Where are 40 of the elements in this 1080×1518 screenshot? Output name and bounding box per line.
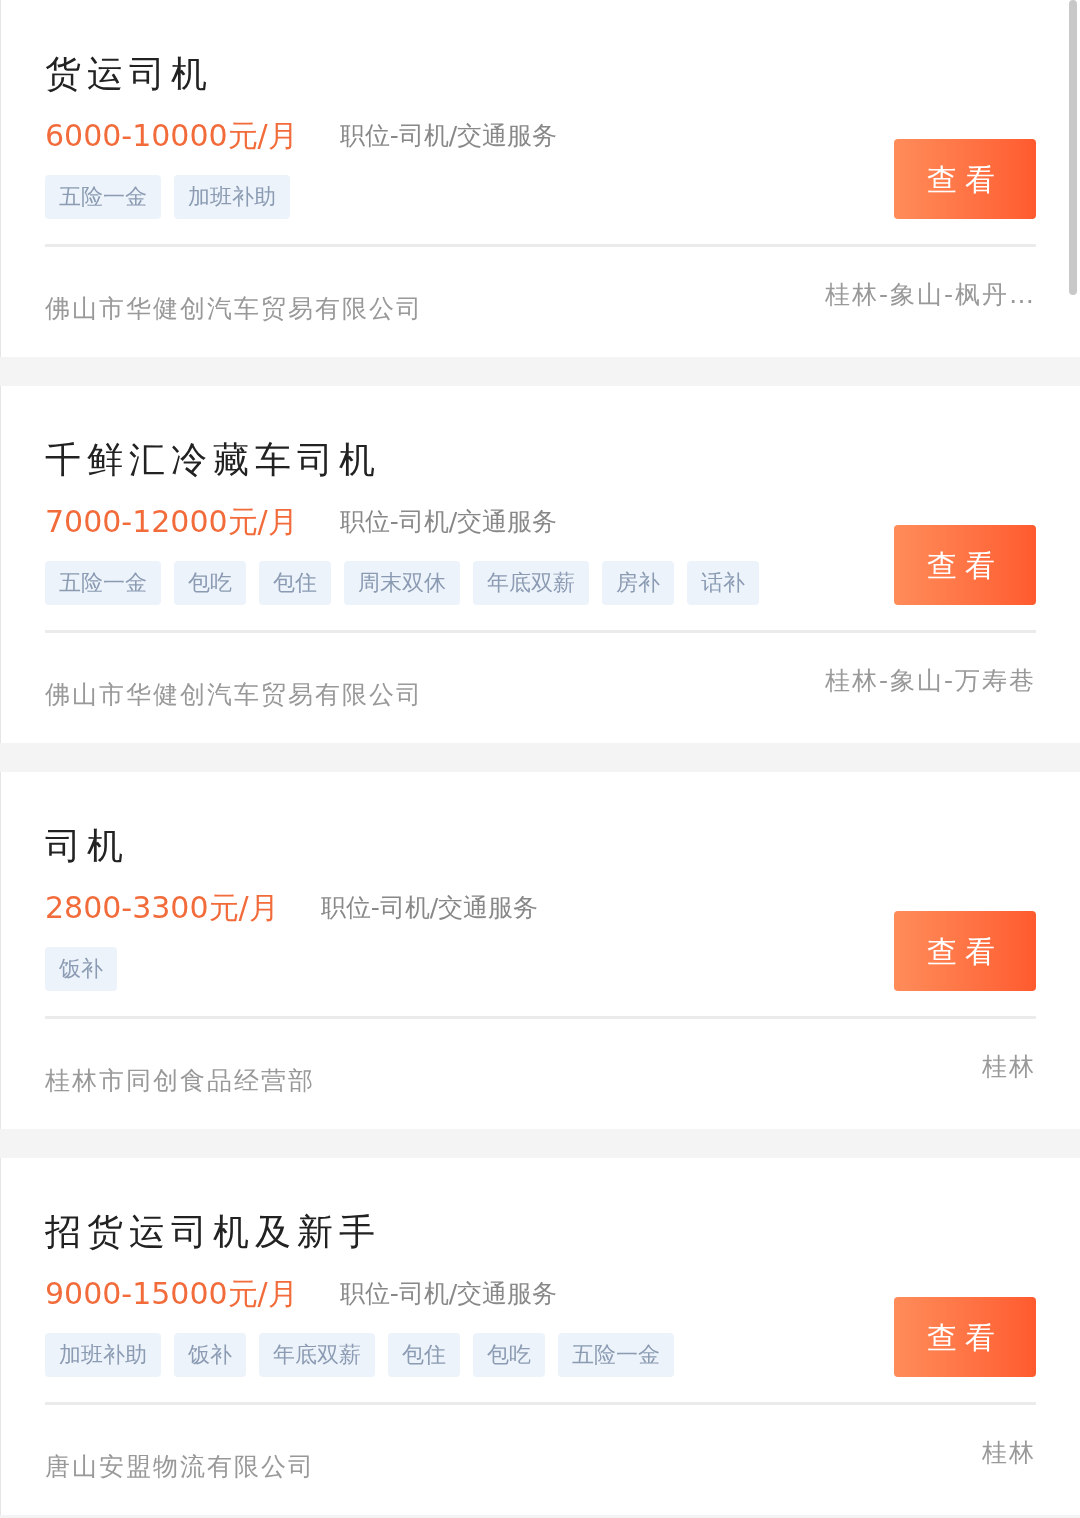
company-name: 唐山安盟物流有限公司 <box>45 1451 315 1483</box>
benefit-tag: 包住 <box>259 561 331 605</box>
salary: 9000-15000元/月 <box>45 1275 298 1313</box>
job-category: 职位-司机/交通服务 <box>339 1278 558 1310</box>
salary: 7000-12000元/月 <box>45 503 298 541</box>
job-title: 千鲜汇冷藏车司机 <box>45 438 382 482</box>
job-location: 桂林 <box>982 1437 1036 1469</box>
salary: 2800-3300元/月 <box>45 889 279 927</box>
job-category: 职位-司机/交通服务 <box>339 506 558 538</box>
benefit-tag: 加班补助 <box>174 175 290 219</box>
benefit-tag: 五险一金 <box>558 1333 674 1377</box>
benefit-tag: 包住 <box>388 1333 460 1377</box>
benefit-tag: 加班补助 <box>45 1333 161 1377</box>
benefit-tag: 话补 <box>687 561 759 605</box>
benefit-tag: 包吃 <box>473 1333 545 1377</box>
job-title: 司机 <box>45 824 130 868</box>
benefit-tag: 年底双薪 <box>259 1333 375 1377</box>
benefit-tag: 房补 <box>602 561 674 605</box>
benefit-tag: 五险一金 <box>45 561 161 605</box>
job-location: 桂林-象山-枫丹… <box>824 279 1036 311</box>
benefit-tag: 周末双休 <box>344 561 460 605</box>
job-category: 职位-司机/交通服务 <box>339 120 558 152</box>
job-title: 招货运司机及新手 <box>45 1210 382 1254</box>
job-card[interactable]: 招货运司机及新手 9000-15000元/月 职位-司机/交通服务 加班补助 饭补 年底双薪 包住 包吃 五险一金 查看 唐山安盟物流有限公司 桂林 <box>0 1158 1080 1515</box>
company-name: 佛山市华健创汽车贸易有限公司 <box>45 679 423 711</box>
job-card[interactable]: 千鲜汇冷藏车司机 7000-12000元/月 职位-司机/交通服务 五险一金 包吃 包住 周末双休 年底双薪 房补 话补 查看 佛山市华健创汽车贸易有限公司 桂林-象山-万寿巷 <box>0 386 1080 743</box>
benefit-tag: 五险一金 <box>45 175 161 219</box>
job-card[interactable]: 司机 2800-3300元/月 职位-司机/交通服务 饭补 查看 桂林市同创食品经营部 桂林 <box>0 772 1080 1129</box>
benefit-tag: 包吃 <box>174 561 246 605</box>
job-title: 货运司机 <box>45 52 214 96</box>
job-location: 桂林-象山-万寿巷 <box>824 665 1036 697</box>
company-name: 桂林市同创食品经营部 <box>45 1065 315 1097</box>
benefit-tag: 饭补 <box>174 1333 246 1377</box>
job-location: 桂林 <box>982 1051 1036 1083</box>
benefit-tag: 饭补 <box>45 947 117 991</box>
job-category: 职位-司机/交通服务 <box>320 892 539 924</box>
company-name: 佛山市华健创汽车贸易有限公司 <box>45 293 423 325</box>
salary: 6000-10000元/月 <box>45 117 298 155</box>
job-card[interactable]: 货运司机 6000-10000元/月 职位-司机/交通服务 五险一金 加班补助 查看 佛山市华健创汽车贸易有限公司 桂林-象山-枫丹… <box>0 0 1080 357</box>
benefit-tag: 年底双薪 <box>473 561 589 605</box>
